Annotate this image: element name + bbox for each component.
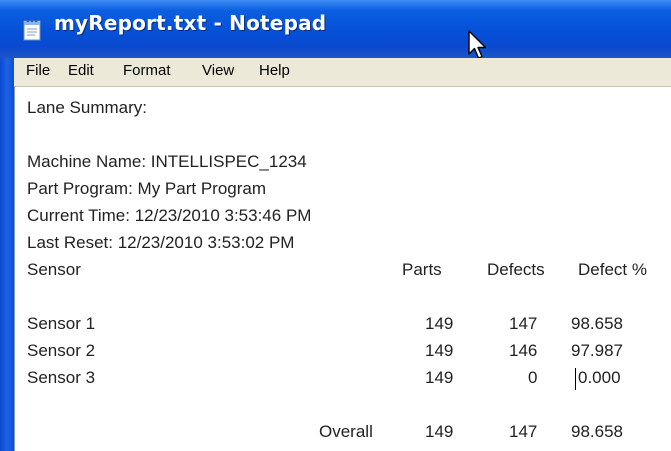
menu-help[interactable]: Help — [259, 62, 290, 79]
menu-bar: File Edit Format View Help — [14, 58, 671, 87]
overall-parts: 149 — [425, 422, 454, 441]
row-2-defects: 146 — [509, 341, 538, 360]
window-frame-left — [0, 58, 14, 451]
header-sensor: Sensor — [27, 260, 81, 279]
header-defects: Defects — [487, 260, 545, 279]
window-title: myReport.txt - Notepad — [54, 11, 327, 35]
notepad-window: myReport.txt - Notepad File Edit Format … — [0, 0, 671, 451]
current-time-line: Current Time: 12/23/2010 3:53:46 PM — [27, 206, 312, 225]
row-3-defects: 0 — [528, 368, 538, 387]
notepad-icon — [23, 19, 41, 41]
row-2-sensor: Sensor 2 — [27, 341, 96, 360]
menu-format[interactable]: Format — [123, 62, 171, 79]
last-reset-line: Last Reset: 12/23/2010 3:53:02 PM — [27, 233, 295, 252]
overall-defect-pct: 98.658 — [571, 422, 623, 441]
menu-view[interactable]: View — [202, 62, 234, 79]
row-2-parts: 149 — [425, 341, 454, 360]
row-1-defects: 147 — [509, 314, 538, 333]
row-1-sensor: Sensor 1 — [27, 314, 96, 333]
row-3-sensor: Sensor 3 — [27, 368, 96, 387]
title-bar[interactable]: myReport.txt - Notepad — [0, 0, 671, 59]
overall-defects: 147 — [509, 422, 538, 441]
overall-label: Overall — [319, 422, 373, 441]
row-3-parts: 149 — [425, 368, 454, 387]
row-1-defect-pct: 98.658 — [571, 314, 623, 333]
row-1-parts: 149 — [425, 314, 454, 333]
row-3-defect-pct: 0.000 — [578, 368, 621, 387]
row-2-defect-pct: 97.987 — [571, 341, 623, 360]
menu-edit[interactable]: Edit — [68, 62, 94, 79]
text-editor-area[interactable] — [14, 87, 671, 451]
part-program-line: Part Program: My Part Program — [27, 179, 267, 198]
report-heading: Lane Summary: — [27, 98, 147, 117]
menu-file[interactable]: File — [26, 62, 50, 79]
header-parts: Parts — [402, 260, 442, 279]
text-caret — [575, 368, 576, 390]
machine-name-line: Machine Name: INTELLISPEC_1234 — [27, 152, 307, 171]
header-defect-pct: Defect % — [578, 260, 647, 279]
